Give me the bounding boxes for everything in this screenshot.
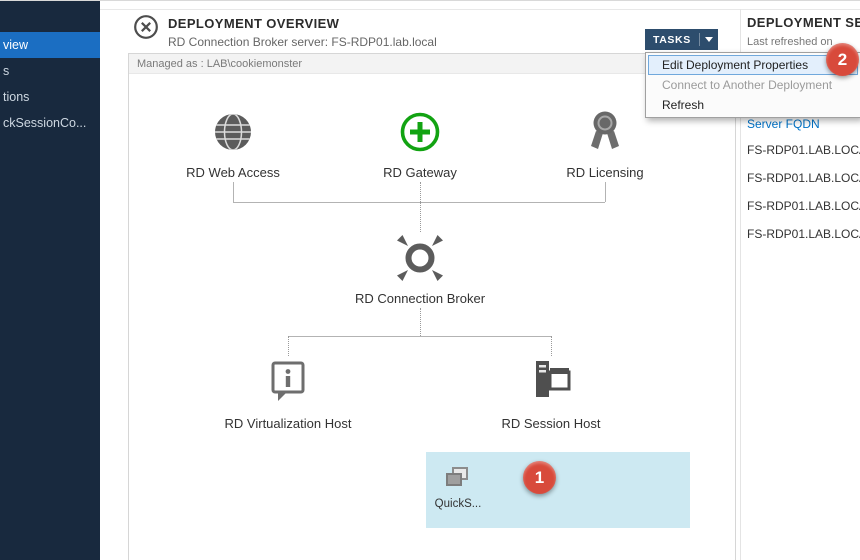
rd-session-host-label: RD Session Host: [476, 416, 626, 431]
rd-licensing-icon[interactable]: [583, 108, 627, 154]
server-row[interactable]: FS-RDP01.LAB.LOCAL: [747, 199, 860, 213]
connector-line: [420, 182, 421, 202]
rd-connection-broker-icon[interactable]: [394, 232, 446, 284]
rd-gateway-add-icon[interactable]: [398, 110, 442, 154]
tasks-button[interactable]: TASKS: [645, 29, 718, 50]
rd-gateway-label: RD Gateway: [350, 165, 490, 180]
session-collection-icon: [443, 464, 471, 492]
server-row[interactable]: FS-RDP01.LAB.LOCAL: [747, 227, 860, 241]
rd-session-host-icon[interactable]: [527, 356, 575, 404]
sidebar-item-collections[interactable]: tions: [0, 84, 100, 110]
rd-web-access-label: RD Web Access: [163, 165, 303, 180]
connector-line: [288, 336, 289, 356]
connector-line: [420, 308, 421, 336]
rd-virtualization-host-icon[interactable]: [264, 356, 312, 404]
sidebar-item-overview[interactable]: view: [0, 32, 100, 58]
rd-virtualization-host-label: RD Virtualization Host: [193, 416, 383, 431]
page-subtitle: RD Connection Broker server: FS-RDP01.la…: [168, 35, 437, 49]
tasks-button-label: TASKS: [645, 34, 699, 46]
quick-session-collection-tile[interactable]: QuickS...: [426, 452, 690, 528]
last-refreshed-text: Last refreshed on: [747, 36, 833, 48]
sidebar-item-quick-session-collection[interactable]: ckSessionCo...: [0, 110, 100, 136]
server-fqdn-column-header[interactable]: Server FQDN: [747, 117, 820, 131]
sidebar-item-servers[interactable]: s: [0, 58, 100, 84]
page-title: DEPLOYMENT OVERVIEW: [168, 16, 339, 31]
server-row[interactable]: FS-RDP01.LAB.LOCAL: [747, 143, 860, 157]
connector-line: [233, 202, 605, 203]
menu-item-refresh[interactable]: Refresh: [648, 95, 858, 115]
connector-line: [551, 336, 552, 356]
connector-line: [233, 182, 234, 202]
chevron-down-icon: [700, 37, 718, 42]
connector-line: [420, 202, 421, 232]
connector-line: [288, 336, 551, 337]
annotation-badge-2: 2: [826, 43, 859, 76]
sidebar-nav: view s tions ckSessionCo...: [0, 1, 100, 560]
deployment-diagram: Managed as : LAB\cookiemonster RD Web Ac…: [128, 53, 736, 560]
annotation-badge-1: 1: [523, 461, 556, 494]
top-divider: [100, 9, 860, 10]
menu-item-connect-to-another-deployment: Connect to Another Deployment: [648, 75, 858, 95]
server-row[interactable]: FS-RDP01.LAB.LOCAL: [747, 171, 860, 185]
deployment-overview-icon: [133, 14, 159, 40]
collection-label: QuickS...: [427, 498, 489, 510]
connector-line: [605, 182, 606, 202]
rd-connection-broker-label: RD Connection Broker: [335, 291, 505, 306]
rd-web-access-icon[interactable]: [211, 110, 255, 154]
rds-overview-window: view s tions ckSessionCo... DEPLOYMENT O…: [0, 0, 860, 560]
deployment-servers-title: DEPLOYMENT SERVERS: [747, 15, 860, 30]
rd-licensing-label: RD Licensing: [535, 165, 675, 180]
